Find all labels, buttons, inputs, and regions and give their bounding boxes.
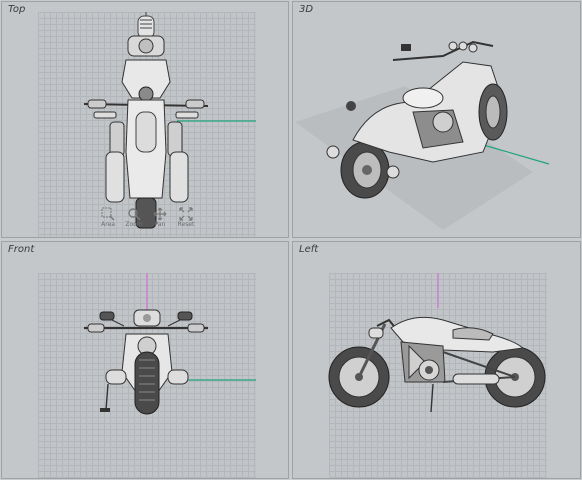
zoom-button[interactable]: Zoom [124, 207, 144, 228]
motorcycle-left-view [328, 273, 546, 413]
reset-icon [179, 207, 193, 221]
reset-button[interactable]: Reset [176, 207, 196, 228]
area-zoom-icon [101, 207, 115, 221]
zoom-icon [128, 208, 141, 221]
nav-controls: Area Zoom Pan Reset [98, 207, 196, 228]
viewport-left[interactable]: Left [292, 241, 581, 479]
area-label: Area [101, 221, 115, 228]
area-zoom-button[interactable]: Area [98, 207, 118, 228]
viewport-label-front: Front [8, 244, 35, 255]
viewport-label-left: Left [299, 244, 319, 255]
motorcycle-3d-view [295, 40, 550, 230]
zoom-label: Zoom [125, 221, 143, 228]
viewport-label-3d: 3D [299, 4, 314, 15]
pan-label: Pan [154, 221, 166, 228]
motorcycle-top-view [83, 12, 256, 229]
viewport-3d[interactable]: 3D [292, 1, 581, 238]
pan-button[interactable]: Pan [150, 207, 170, 228]
reset-label: Reset [177, 221, 195, 228]
viewport-label-top: Top [8, 4, 26, 15]
viewport-front[interactable]: Front [1, 241, 289, 479]
viewport-top[interactable]: Top Area Zoom Pan Reset [1, 1, 289, 238]
motorcycle-front-view [84, 273, 256, 415]
pan-icon [153, 207, 167, 221]
